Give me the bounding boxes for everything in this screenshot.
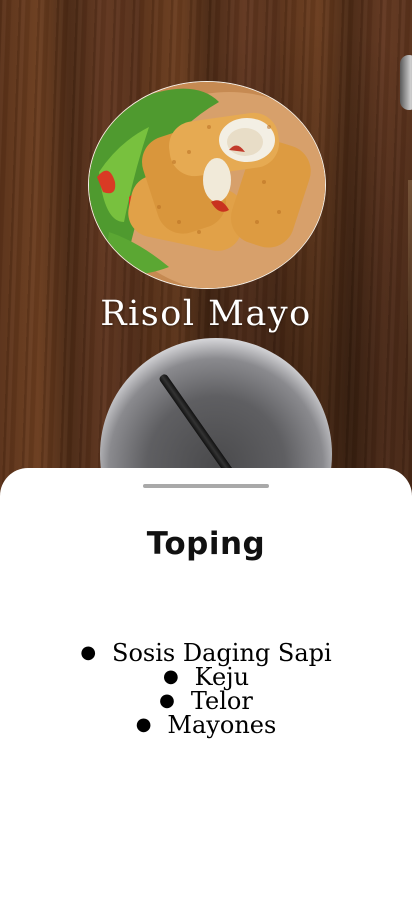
- toppings-heading: Toping: [146, 526, 266, 562]
- bottom-sheet[interactable]: Toping ● Sosis Daging Sapi ● Keju ● Telor ●…: [0, 468, 412, 917]
- dish-photo: [88, 81, 326, 289]
- list-item: ● Telor: [0, 689, 412, 713]
- bullet-icon: ●: [135, 714, 152, 735]
- bullet-icon: ●: [162, 666, 179, 687]
- list-item: ● Sosis Daging Sapi: [0, 641, 412, 665]
- drag-handle[interactable]: [143, 484, 269, 488]
- topping-label: Mayones: [167, 711, 277, 739]
- list-item: ● Keju: [0, 665, 412, 689]
- dish-title: Risol Mayo: [100, 294, 312, 334]
- list-item: ● Mayones: [0, 713, 412, 737]
- side-plate-image: [400, 55, 412, 110]
- toppings-list: ● Sosis Daging Sapi ● Keju ● Telor ● Mayones: [0, 641, 412, 737]
- bullet-icon: ●: [159, 690, 175, 711]
- bullet-icon: ●: [80, 642, 97, 663]
